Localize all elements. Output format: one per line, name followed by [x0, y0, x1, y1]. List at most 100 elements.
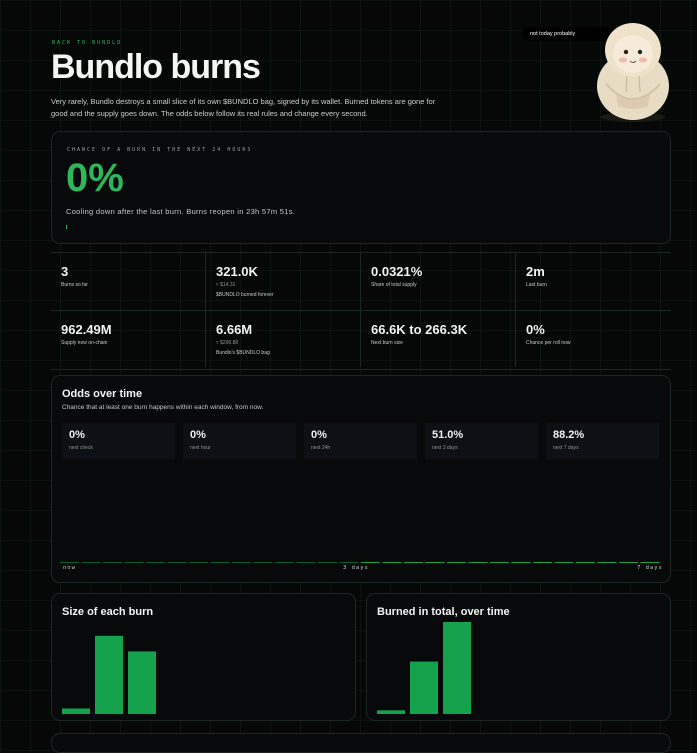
odds-bar-8	[232, 562, 251, 563]
mascot-icon	[597, 23, 669, 122]
stat-last-burn: 2m Last burn	[516, 253, 671, 310]
odds-tile-next-hour: 0% next hour	[183, 423, 296, 459]
stat-label: Bundlo's $BUNDLO bag	[216, 350, 270, 356]
odds-bar-12	[318, 562, 337, 563]
odds-bar-10	[275, 562, 294, 563]
odds-bar-3	[124, 562, 144, 563]
stat-next-burn-size: 66.6K to 266.3K Next burn size	[361, 310, 516, 367]
tile-window: next 7 days	[553, 445, 579, 451]
tile-window: next check	[69, 445, 93, 451]
odds-bar-4	[146, 562, 165, 563]
odds-bar-18	[447, 562, 466, 563]
stat-label: Next burn size	[371, 340, 403, 346]
total-chart-title: Burned in total, over time	[377, 606, 510, 618]
stat-share-supply: 0.0321% Share of total supply	[361, 253, 516, 310]
burned-total-chart	[377, 622, 471, 714]
odds-bar-0	[60, 562, 79, 563]
size-bar-2	[128, 651, 156, 714]
total-bar-1	[410, 661, 438, 714]
odds-bar-25	[597, 562, 617, 563]
odds-tile-next-check: 0% next check	[62, 423, 175, 459]
stat-label: Share of total supply	[371, 282, 417, 288]
tile-percent: 0%	[69, 429, 85, 441]
odds-bar-23	[554, 562, 574, 563]
odds-bar-21	[511, 562, 531, 563]
tile-window: next 24h	[311, 445, 331, 451]
total-bar-2	[443, 622, 471, 714]
stat-value: 66.6K to 266.3K	[371, 322, 468, 337]
next-section-card	[51, 733, 671, 753]
stat-value: 0.0321%	[371, 264, 423, 279]
tile-percent: 0%	[190, 429, 206, 441]
stat-burns-so-far: 3 Burns so far	[51, 253, 206, 310]
odds-bar-17	[425, 562, 445, 563]
stat-value: 962.49M	[61, 322, 112, 337]
stat-bundlo-bag: 6.66M ≈ $296.88 Bundlo's $BUNDLO bag	[206, 310, 361, 367]
stat-label: $BUNDLO burned forever	[216, 292, 274, 298]
odds-bar-19	[468, 562, 488, 563]
stat-label: Burns so far	[61, 282, 88, 288]
odds-bar-15	[382, 562, 402, 563]
odds-bar-6	[189, 562, 208, 563]
stat-chance-per-roll: 0% Chance per roll now	[516, 310, 671, 367]
tile-percent: 51.0%	[432, 429, 464, 441]
stat-value: 3	[61, 264, 69, 279]
x-axis-label-end: 7 days	[637, 565, 663, 571]
odds-tile-next-7-days: 88.2% next 7 days	[546, 423, 659, 459]
odds-bar-27	[640, 562, 660, 563]
chance-label: CHANCE OF A BURN IN THE NEXT 24 HOURS	[67, 147, 253, 153]
burn-size-chart	[62, 635, 156, 714]
intro-text: Very rarely, Bundlo destroys a small sli…	[51, 97, 436, 118]
stat-value: 0%	[526, 322, 545, 337]
odds-bar-1	[81, 562, 101, 563]
odds-bar-13	[339, 562, 359, 563]
odds-bar-24	[576, 562, 595, 563]
odds-bar-9	[253, 562, 273, 563]
stat-label: Last burn	[526, 282, 547, 288]
odds-subtitle: Chance that at least one burn happens wi…	[62, 404, 264, 411]
stat-label: Supply now on-chain	[61, 340, 108, 346]
burn-size-card: Size of each burn	[51, 593, 356, 721]
burn-chance-card: CHANCE OF A BURN IN THE NEXT 24 HOURS 0%…	[51, 131, 671, 244]
stat-label: Chance per roll now	[526, 340, 571, 346]
size-bar-1	[95, 635, 123, 714]
odds-bar-5	[167, 562, 187, 563]
stats-grid: 3 Burns so far 321.0K ≈ $14.31 $BUNDLO b…	[51, 252, 671, 370]
chance-value: 0%	[66, 156, 124, 200]
odds-bar-2	[103, 562, 122, 563]
size-chart-title: Size of each burn	[62, 606, 154, 618]
chance-status: Cooling down after the last burn. Burns …	[66, 207, 296, 216]
odds-bar-20	[490, 562, 509, 563]
tile-window: next 3 days	[432, 445, 458, 451]
tile-percent: 88.2%	[553, 429, 585, 441]
odds-bar-7	[210, 562, 230, 563]
stat-value: 6.66M	[216, 322, 253, 337]
tile-window: next hour	[190, 445, 211, 451]
odds-tile-next-3-days: 51.0% next 3 days	[425, 423, 538, 459]
odds-tiles: 0% next check 0% next hour 0% next 24h 5…	[62, 423, 662, 459]
x-axis-label-start: now	[63, 565, 76, 571]
total-bar-0	[377, 710, 405, 714]
chance-progress-marker	[66, 225, 67, 229]
odds-bar-16	[404, 562, 423, 563]
back-link[interactable]: BACK TO BUNDLO	[52, 40, 122, 46]
size-bar-0	[62, 708, 90, 714]
tile-percent: 0%	[311, 429, 327, 441]
page-title: Bundlo burns	[51, 48, 261, 86]
odds-over-time-card: Odds over time Chance that at least one …	[51, 375, 671, 583]
stat-supply-onchain: 962.49M Supply now on-chain	[51, 310, 206, 367]
odds-bar-14	[361, 562, 380, 563]
odds-tile-next-24h: 0% next 24h	[304, 423, 417, 459]
odds-bar-22	[533, 562, 552, 563]
x-axis-label-mid: 3 days	[343, 565, 369, 571]
stat-sub: ≈ $296.88	[216, 340, 239, 346]
stat-value: 321.0K	[216, 264, 258, 279]
odds-bar-11	[296, 562, 316, 563]
odds-bar-chart	[60, 562, 660, 563]
stat-value: 2m	[526, 264, 545, 279]
odds-title: Odds over time	[62, 388, 143, 400]
burned-total-card: Burned in total, over time	[366, 593, 671, 721]
stat-sub: ≈ $14.31	[216, 282, 236, 288]
stat-burned-forever: 321.0K ≈ $14.31 $BUNDLO burned forever	[206, 253, 361, 310]
odds-bar-26	[619, 562, 638, 563]
